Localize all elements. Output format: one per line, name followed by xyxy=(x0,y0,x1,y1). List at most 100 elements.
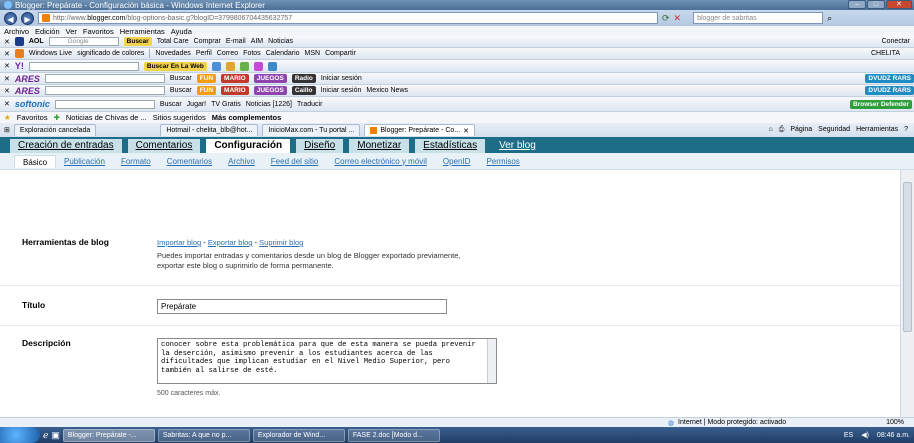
close-toolbar-icon[interactable]: ✕ xyxy=(4,50,10,58)
traducir-link[interactable]: Traducir xyxy=(297,101,322,108)
jugar-link[interactable]: Jugar! xyxy=(187,101,206,108)
yahoo-mail-icon[interactable] xyxy=(211,61,221,71)
live-item-1[interactable]: Perfil xyxy=(196,50,212,57)
herramientas-menu[interactable]: Herramientas xyxy=(856,126,898,134)
live-item-4[interactable]: Calendario xyxy=(266,50,300,57)
yahoo-icon[interactable] xyxy=(253,61,263,71)
noticias-count-link[interactable]: Noticias [1226] xyxy=(246,101,292,108)
export-blog-link[interactable]: Exportar blog xyxy=(208,238,253,247)
quick-tabs-icon[interactable]: ⊞ xyxy=(4,126,10,134)
search-box[interactable]: blogger de sabritas xyxy=(693,12,824,24)
softonic-search-input[interactable] xyxy=(54,99,155,109)
menu-favoritos[interactable]: Favoritos xyxy=(83,27,114,36)
ares-search-input[interactable] xyxy=(44,86,165,95)
browser-tab-active[interactable]: Blogger: Prepárate - Co... ✕ xyxy=(364,124,476,136)
live-item-3[interactable]: Fotos xyxy=(243,50,261,57)
taskbar-item[interactable]: FASE 2.doc [Modo d... xyxy=(347,428,440,442)
subtab-permisos[interactable]: Permisos xyxy=(478,155,527,168)
ares-buscar[interactable]: Buscar xyxy=(170,75,192,82)
live-item-0[interactable]: Novedades xyxy=(155,50,190,57)
live-user[interactable]: CHELITA xyxy=(871,50,900,57)
pagina-menu[interactable]: Página xyxy=(790,126,812,134)
tv-gratis-link[interactable]: TV Gratis xyxy=(211,101,241,108)
email-link[interactable]: E-mail xyxy=(226,38,246,45)
browser-tab[interactable]: Exploración cancelada xyxy=(13,124,97,136)
add-favorite-icon[interactable]: ✚ xyxy=(54,113,60,122)
tab-creacion-entradas[interactable]: Creación de entradas xyxy=(10,139,122,153)
buscar-button[interactable]: Buscar xyxy=(123,37,152,46)
tab-diseno[interactable]: Diseño xyxy=(296,139,344,153)
tab-configuracion[interactable]: Configuración xyxy=(206,139,291,153)
quicklaunch-ie-icon[interactable]: ℯ xyxy=(43,430,48,441)
close-toolbar-icon[interactable]: ✕ xyxy=(4,62,10,70)
juegos-button[interactable]: JUEGOS xyxy=(253,74,287,83)
description-textarea[interactable]: conocer sobre esta problemática para que… xyxy=(157,338,497,384)
delete-blog-link[interactable]: Suprimir blog xyxy=(259,238,303,247)
live-search-text[interactable]: significado de colores xyxy=(77,50,144,57)
tab-ver-blog[interactable]: Ver blog xyxy=(491,139,544,153)
live-item-6[interactable]: Compartir xyxy=(325,50,356,57)
subtab-publicacion[interactable]: Publicación xyxy=(56,155,113,168)
taskbar-item[interactable]: Explorador de Wind... xyxy=(252,428,345,442)
menu-archivo[interactable]: Archivo xyxy=(4,27,29,36)
textarea-scrollbar[interactable] xyxy=(487,339,496,383)
mario-button[interactable]: MARIO xyxy=(221,86,249,95)
home-icon[interactable]: ⌂ xyxy=(769,126,773,134)
subtab-comentarios[interactable]: Comentarios xyxy=(159,155,220,168)
browser-tab[interactable]: Hotmail - chelita_blb@hot... xyxy=(160,124,259,136)
fav-sitios-sugeridos[interactable]: Sitios sugeridos xyxy=(153,113,206,122)
mario-button[interactable]: MARIO xyxy=(221,74,249,83)
noticias-link[interactable]: Noticias xyxy=(268,38,293,45)
fun-button[interactable]: FUN xyxy=(196,74,217,83)
juegos-button[interactable]: JUEGOS xyxy=(253,86,287,95)
yahoo-icon[interactable] xyxy=(267,61,277,71)
language-indicator[interactable]: ES xyxy=(844,432,853,439)
close-window-button[interactable]: ✕ xyxy=(886,0,912,9)
iniciar-sesion-link[interactable]: Iniciar sesión xyxy=(321,87,362,94)
mexico-news-link[interactable]: Mexico News xyxy=(366,87,408,94)
help-icon[interactable]: ? xyxy=(904,126,908,134)
taskbar-item[interactable]: Sabritas: A que no p... xyxy=(157,428,250,442)
start-button[interactable] xyxy=(0,427,40,443)
tab-monetizar[interactable]: Monetizar xyxy=(349,139,410,153)
live-item-2[interactable]: Correo xyxy=(217,50,238,57)
clock[interactable]: 08:46 a.m. xyxy=(877,432,910,439)
yahoo-icon[interactable] xyxy=(225,61,235,71)
comprar-link[interactable]: Comprar xyxy=(194,38,221,45)
fav-mas-complementos[interactable]: Más complementos xyxy=(212,113,282,122)
seguridad-menu[interactable]: Seguridad xyxy=(818,126,850,134)
ares-buscar[interactable]: Buscar xyxy=(170,87,192,94)
fun-button[interactable]: FUN xyxy=(196,86,217,95)
conectar-link[interactable]: Conectar xyxy=(882,38,910,45)
stop-icon[interactable]: ✕ xyxy=(674,13,682,24)
subtab-archivo[interactable]: Archivo xyxy=(220,155,263,168)
close-toolbar-icon[interactable]: ✕ xyxy=(4,100,10,108)
ares-search-input[interactable] xyxy=(44,74,165,83)
live-item-5[interactable]: MSN xyxy=(305,50,321,57)
radio-button[interactable]: Caillo xyxy=(291,86,316,95)
search-icon[interactable]: ⌕ xyxy=(827,13,832,24)
total-care-link[interactable]: Total Care xyxy=(157,38,189,45)
maximize-button[interactable]: □ xyxy=(867,0,885,9)
subtab-openid[interactable]: OpenID xyxy=(435,155,479,168)
dvudz-badge[interactable]: DVUDZ RARS xyxy=(865,74,914,83)
tab-comentarios[interactable]: Comentarios xyxy=(127,139,201,153)
print-icon[interactable]: ⎙ xyxy=(779,126,785,134)
radio-button[interactable]: Radio xyxy=(291,74,316,83)
title-input[interactable]: Prepárate xyxy=(157,299,447,314)
quicklaunch-icon[interactable]: ▣ xyxy=(51,430,60,441)
browser-defender-button[interactable]: Browser Defender xyxy=(850,99,912,109)
subtab-basico[interactable]: Básico xyxy=(14,154,57,168)
menu-herramientas[interactable]: Herramientas xyxy=(120,27,165,36)
zoom-level[interactable]: 100% xyxy=(886,419,904,426)
google-search-input[interactable]: Google xyxy=(48,37,119,46)
minimize-button[interactable]: – xyxy=(848,0,866,9)
yahoo-search-input[interactable] xyxy=(28,61,139,71)
tab-estadisticas[interactable]: Estadísticas xyxy=(415,139,486,153)
iniciar-sesion-link[interactable]: Iniciar sesión xyxy=(321,75,362,82)
taskbar-item[interactable]: Blogger: Prepárate -... xyxy=(62,428,155,442)
fav-noticias-chivas[interactable]: Noticias de Chivas de ... xyxy=(66,113,147,122)
softonic-buscar[interactable]: Buscar xyxy=(160,101,182,108)
forward-button[interactable]: ▶ xyxy=(21,11,34,25)
back-button[interactable]: ◀ xyxy=(4,11,17,25)
